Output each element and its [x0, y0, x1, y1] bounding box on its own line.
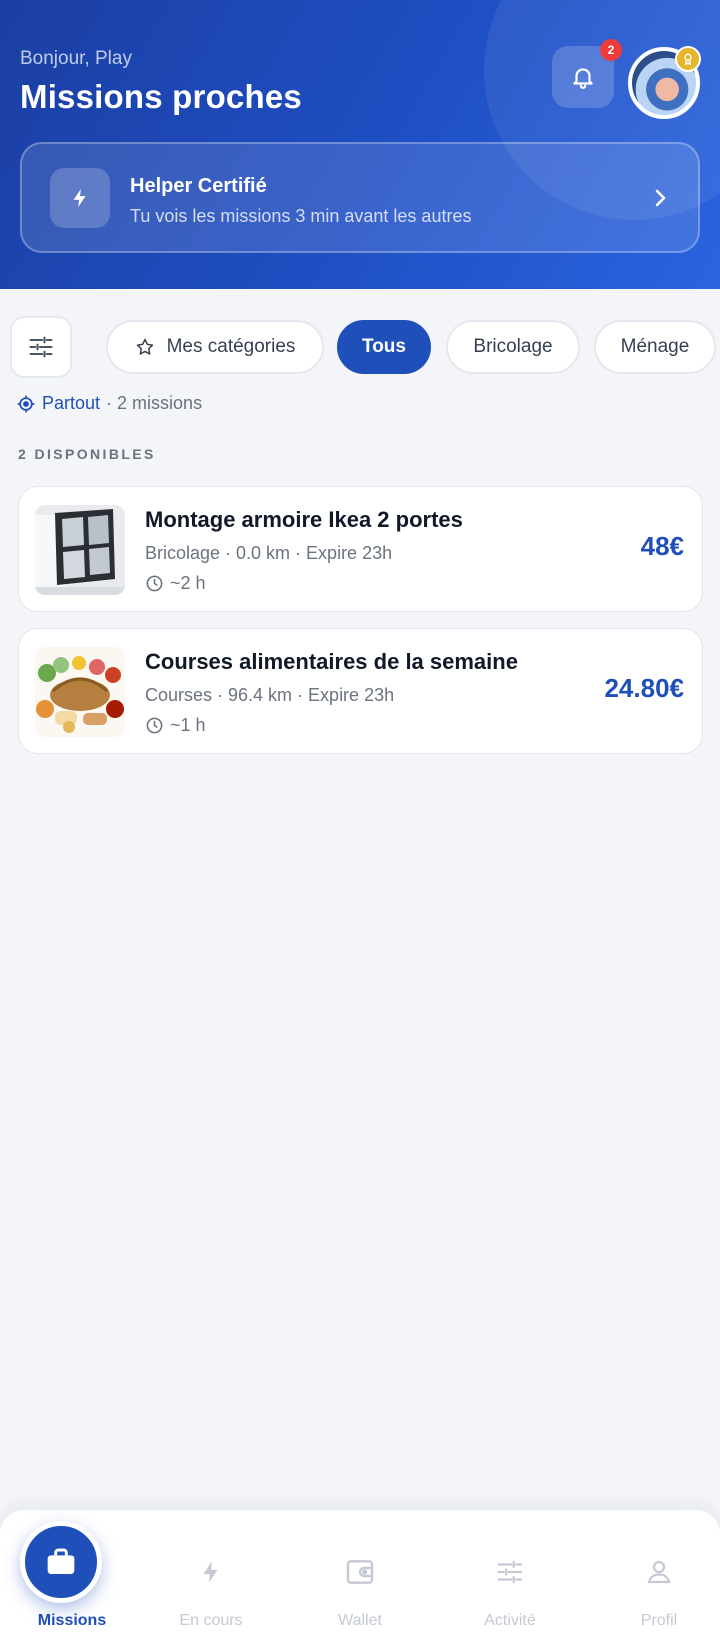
briefcase-icon — [47, 1548, 75, 1574]
nav-label: En cours — [179, 1612, 243, 1629]
chip-all[interactable]: Tous — [337, 320, 431, 374]
lightning-icon — [50, 168, 110, 228]
chip-label: Mes catégories — [166, 336, 296, 357]
filter-settings-button[interactable] — [10, 316, 72, 378]
mission-duration: ~1 h — [145, 715, 206, 736]
chip-label: Tous — [362, 336, 406, 357]
mission-thumbnail — [35, 505, 125, 595]
user-icon — [642, 1555, 676, 1589]
banner-title: Helper Certifié — [130, 175, 267, 197]
mission-duration: ~2 h — [145, 573, 206, 594]
duration-text: ~1 h — [170, 715, 206, 735]
nav-en-cours[interactable]: En cours — [139, 1510, 283, 1640]
mission-count: · 2 missions — [106, 393, 203, 413]
bell-icon — [573, 68, 593, 89]
chip-my-categories[interactable]: Mes catégories — [106, 320, 324, 374]
mission-price: 48€ — [640, 531, 684, 561]
mission-meta: Courses · 96.4 km · Expire 23h — [145, 685, 395, 705]
bottom-navigation: Missions En cours Wallet Activité Profil — [0, 1510, 720, 1640]
notification-count-badge: 2 — [600, 39, 622, 61]
mission-thumbnail — [35, 647, 125, 737]
nav-wallet[interactable]: Wallet — [288, 1510, 432, 1640]
mission-card[interactable]: Montage armoire Ikea 2 portes Bricolage … — [18, 486, 703, 612]
lightning-icon — [194, 1555, 228, 1589]
chip-label: Bricolage — [473, 336, 553, 357]
nav-label: Missions — [37, 1612, 107, 1629]
mission-title: Montage armoire Ikea 2 portes — [145, 507, 463, 532]
chip-diy[interactable]: Bricolage — [446, 320, 580, 374]
clock-icon — [146, 575, 163, 592]
banner-subtitle: Tu vois les missions 3 min avant les aut… — [130, 206, 472, 226]
chip-label: Ménage — [620, 336, 690, 357]
nav-profil[interactable]: Profil — [587, 1510, 720, 1640]
nav-activite[interactable]: Activité — [438, 1510, 582, 1640]
missions-fab-button[interactable] — [20, 1521, 102, 1603]
mission-price: 24.80€ — [604, 673, 684, 703]
sliders-icon — [29, 336, 53, 358]
wallet-icon — [343, 1555, 377, 1589]
section-label: 2 DISPONIBLES — [18, 446, 156, 462]
nav-label: Activité — [484, 1612, 536, 1629]
location-target-icon — [17, 395, 35, 412]
greeting: Bonjour, Play — [20, 48, 132, 69]
sliders-icon — [493, 1555, 527, 1589]
star-icon — [135, 337, 155, 357]
nav-label: Wallet — [338, 1612, 382, 1629]
clock-icon — [146, 717, 163, 734]
mission-meta: Bricolage · 0.0 km · Expire 23h — [145, 543, 393, 563]
certified-helper-banner[interactable]: Helper Certifié Tu vois les missions 3 m… — [20, 142, 700, 253]
chip-cleaning[interactable]: Ménage — [594, 320, 716, 374]
location-label: Partout — [42, 393, 101, 413]
header: Bonjour, Play Missions proches 2 Helper … — [0, 0, 720, 289]
nav-label: Profil — [640, 1612, 678, 1629]
mission-title: Courses alimentaires de la semaine — [145, 649, 518, 674]
mission-card[interactable]: Courses alimentaires de la semaine Cours… — [18, 628, 703, 754]
duration-text: ~2 h — [170, 573, 206, 593]
chevron-right-icon — [655, 189, 666, 207]
page-title: Missions proches — [20, 78, 302, 115]
location-filter[interactable]: Partout · 2 missions — [16, 393, 202, 414]
medal-icon — [675, 46, 701, 72]
